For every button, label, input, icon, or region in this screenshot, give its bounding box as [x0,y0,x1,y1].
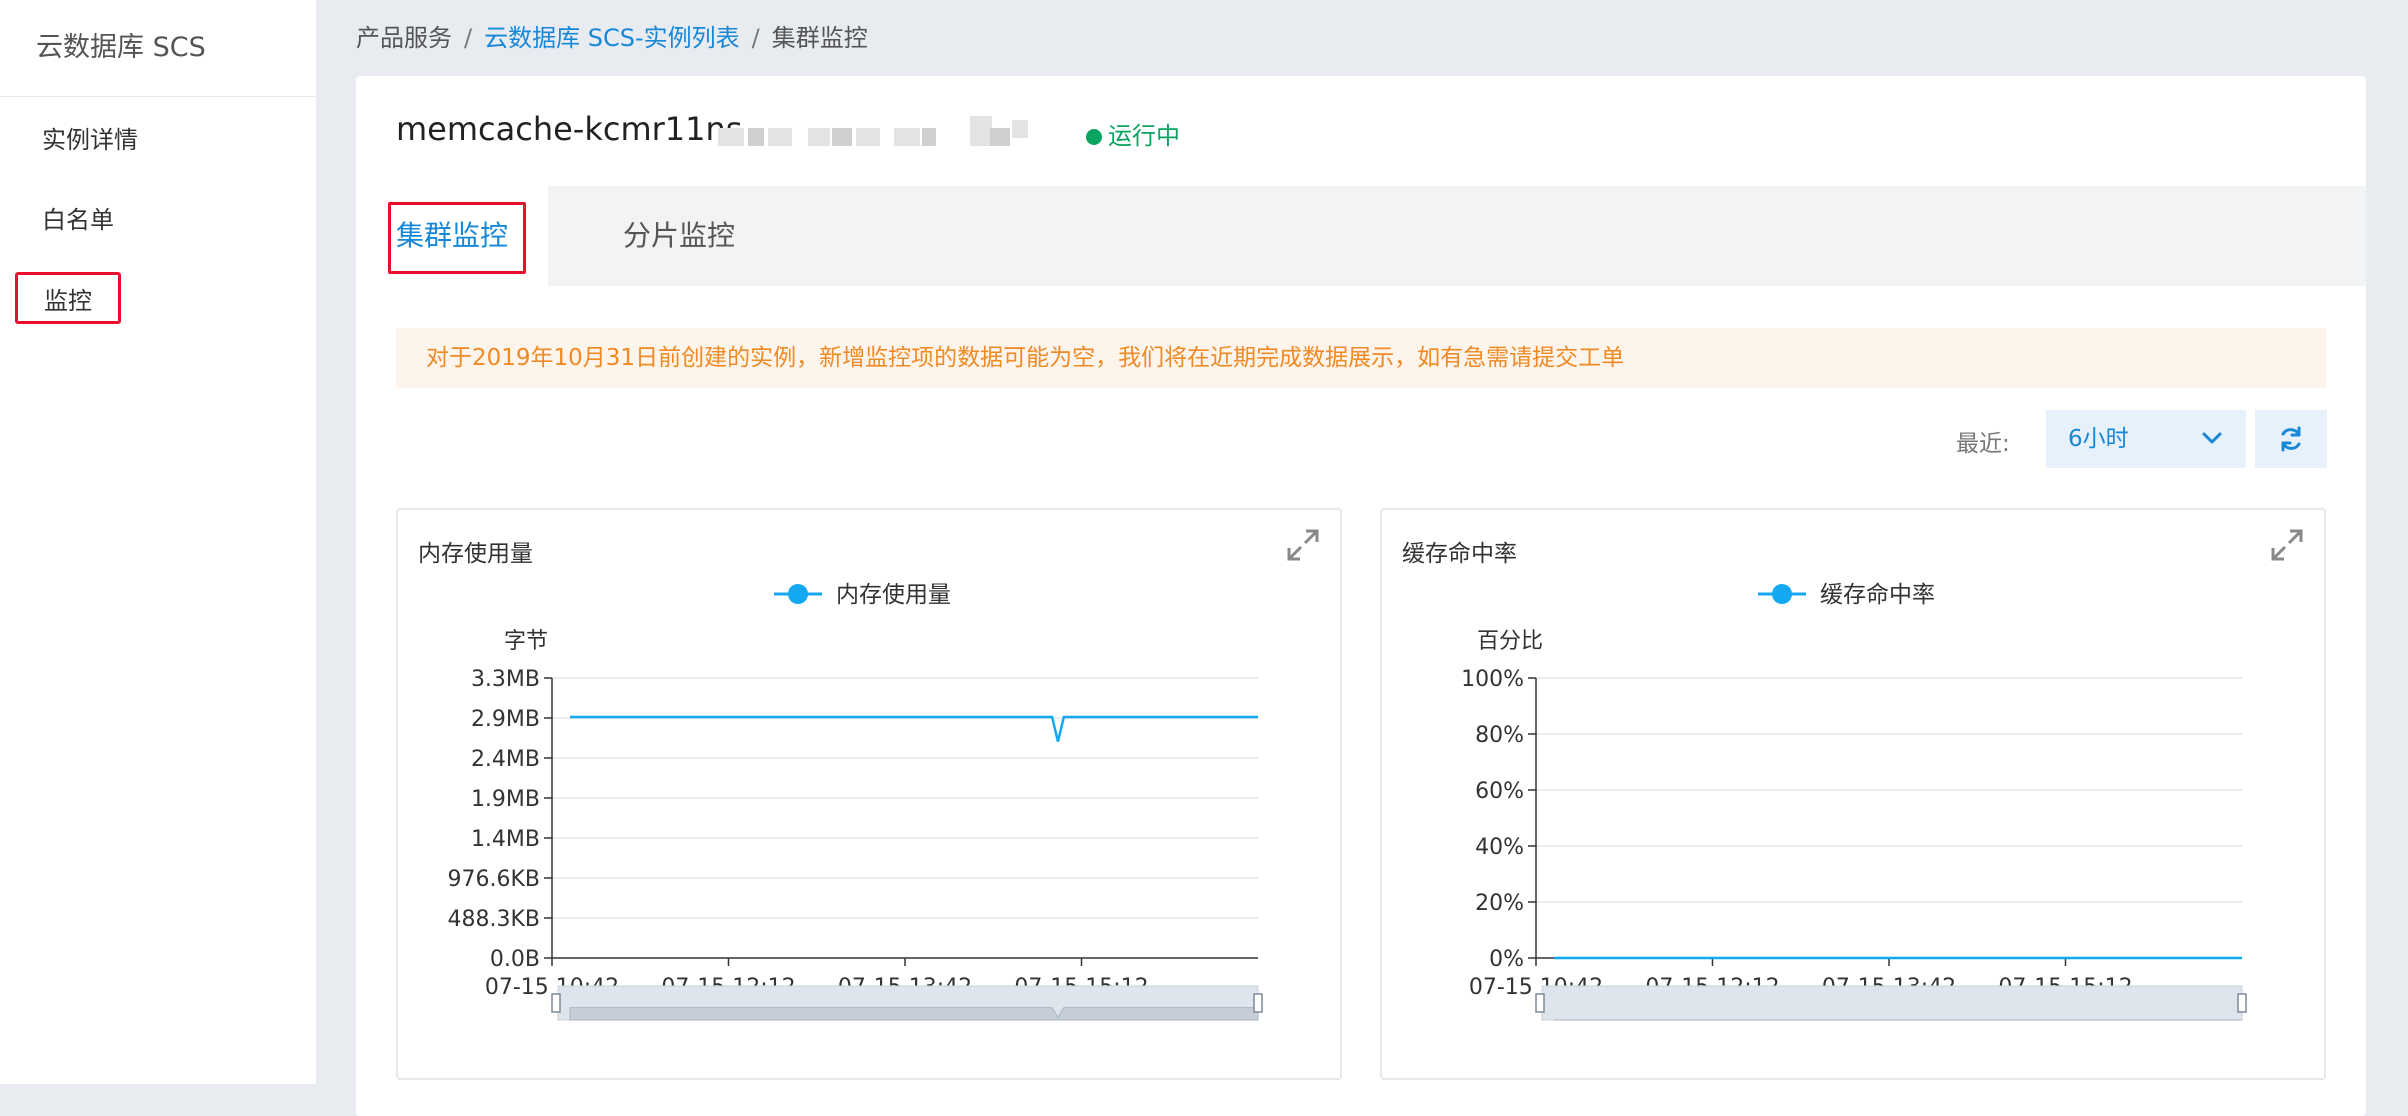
y-tick-label: 2.4MB [471,747,540,772]
status-dot-icon [1086,129,1102,145]
y-tick-label: 1.4MB [471,827,540,852]
zoom-slider-track [1541,985,2243,1021]
chart-panel-memory: 内存使用量 内存使用量字节 0.0B 488.3KB 976.6KB 1.4MB 1.9M… [396,508,1342,1080]
tab-bar: 集群监控 分片监控 [356,186,2366,286]
status-badge: 运行中 [1086,116,1180,151]
legend-marker [788,584,808,604]
tab-shard-monitor-label: 分片监控 [622,219,735,252]
y-tick-label: 1.9MB [471,787,540,812]
y-tick-label: 0% [1489,947,1524,972]
sidebar-brand: 云数据库 SCS [0,0,316,97]
y-tick-label: 20% [1475,891,1524,916]
instance-name: memcache-kcmr11ns [396,110,743,148]
notice-banner: 对于2019年10月31日前创建的实例，新增监控项的数据可能为空，我们将在近期完… [396,328,2326,388]
y-tick-label: 0.0B [490,947,540,972]
breadcrumb-separator: / [751,24,760,52]
refresh-button[interactable] [2255,410,2327,468]
zoom-handle-left [551,993,561,1013]
legend-marker [1772,584,1792,604]
sidebar: 云数据库 SCS 实例详情 白名单 监控 [0,0,316,1084]
sidebar-item-whitelist[interactable]: 白名单 [42,200,114,235]
zoom-slider-preview [569,1007,1259,1021]
redacted-instance-id [718,116,1038,150]
time-range-label: 最近: [1956,431,2010,457]
y-tick-label: 80% [1475,723,1524,748]
breadcrumb-instance-list-link[interactable]: 云数据库 SCS-实例列表 [484,24,740,52]
instance-header: memcache-kcmr11ns 运行中 [356,76,2366,187]
refresh-icon [2281,426,2301,452]
y-axis-label: 百分比 [1477,629,1543,654]
main-card: memcache-kcmr11ns 运行中 集群监控 分片监控 对于2019年1… [356,76,2366,1116]
status-text: 运行中 [1108,122,1180,150]
tab-cluster-monitor-label: 集群监控 [395,219,508,252]
sidebar-item-instance-detail[interactable]: 实例详情 [42,120,138,155]
sidebar-item-monitor[interactable]: 监控 [15,272,121,324]
zoom-handle-right [2237,993,2247,1013]
tab-cluster-monitor[interactable]: 集群监控 [356,186,548,286]
breadcrumb-current: 集群监控 [771,24,868,52]
y-tick-label: 60% [1475,779,1524,804]
y-tick-label: 2.9MB [471,707,540,732]
chart-svg-hit-rate: 缓存命中率百分比0%20%40%60%80%100%07-15 10:4207-… [1461,582,2247,1021]
y-tick-label: 100% [1461,667,1524,692]
y-tick-label: 976.6KB [447,867,540,892]
series-line [570,715,1258,742]
chart-panel-hit-rate: 缓存命中率 缓存命中率 百分比 0% 20% 40% 60% 80% 100% 07-15 10… [1380,508,2326,1080]
legend-label: 缓存命中率 [1820,582,1935,608]
time-range-value: 6小时 [2068,426,2129,452]
tab-shard-monitor[interactable]: 分片监控 [568,186,790,286]
legend-label: 内存使用量 [836,582,951,608]
breadcrumb: 产品服务 / 云数据库 SCS-实例列表 / 集群监控 [356,18,868,53]
zoom-handle-right [1253,993,1263,1013]
y-tick-label: 488.3KB [447,907,540,932]
zoom-handle-left [1535,993,1545,1013]
chevron-down-icon [2202,432,2222,444]
time-range-select[interactable]: 6小时 [2046,410,2246,468]
y-axis-label: 字节 [504,629,548,654]
chart-svg-memory: 内存使用量字节 0.0B 488.3KB 976.6KB 1.4MB 1.9MB 2.4MB… [447,582,1263,1021]
y-tick-label: 3.3MB [471,667,540,692]
y-tick-label: 40% [1475,835,1524,860]
breadcrumb-separator: / [464,24,473,52]
breadcrumb-root[interactable]: 产品服务 [356,24,452,52]
